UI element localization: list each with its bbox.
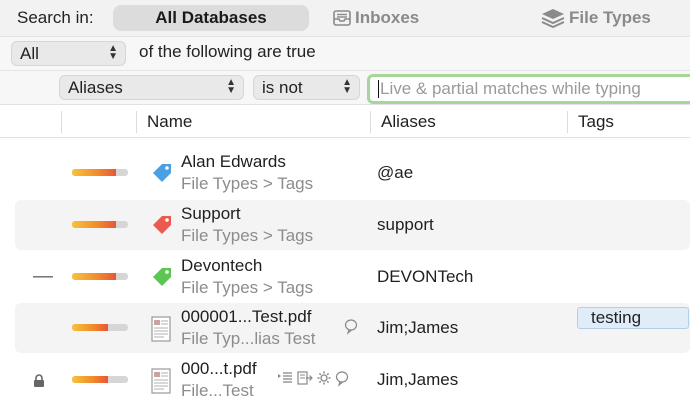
column-header-name[interactable]: Name: [147, 112, 192, 132]
item-aliases: Jim;James: [377, 318, 459, 337]
stack-icon: [541, 8, 565, 28]
scope-file-types-label: File Types: [569, 8, 651, 27]
item-aliases: Jim,James: [377, 370, 459, 389]
table-header: Name Aliases Tags: [0, 104, 690, 138]
row-state-icons: [344, 319, 358, 338]
item-name: Alan Edwards: [181, 152, 286, 171]
indent-list-icon: [277, 371, 293, 390]
operator-value: is not: [262, 77, 303, 97]
condition-row: All ▲ ▼ of the following are true: [0, 36, 690, 70]
criteria-search-input[interactable]: Live & partial matches while typing: [367, 74, 690, 104]
search-scope-bar: Search in: All Databases Inboxes File Ty…: [0, 0, 690, 36]
tag-badge[interactable]: testing: [577, 307, 689, 329]
scope-file-types-button[interactable]: File Types: [541, 5, 651, 31]
item-name: Support: [181, 204, 241, 223]
score-bar: [72, 273, 128, 280]
text-caret: [378, 80, 379, 98]
chevron-updown-icon: ▲ ▼: [108, 43, 118, 62]
item-aliases: support: [377, 215, 434, 234]
chevron-updown-icon: ▲ ▼: [342, 77, 352, 96]
quantifier-popup[interactable]: All ▲ ▼: [11, 41, 126, 66]
score-bar: [72, 221, 128, 228]
search-in-label: Search in:: [17, 8, 94, 27]
lock-icon: [33, 374, 45, 391]
item-path: File Typ...lias Test: [181, 329, 316, 348]
condition-text: of the following are true: [139, 42, 316, 61]
column-divider: [61, 111, 62, 133]
score-bar-fill: [72, 221, 116, 228]
score-bar: [72, 324, 128, 331]
green-tag-icon: [150, 265, 174, 291]
pdf-document-icon: [150, 368, 174, 394]
item-name: Devontech: [181, 256, 263, 275]
export-icon: [297, 371, 313, 390]
scope-inboxes-button[interactable]: Inboxes: [333, 5, 419, 31]
column-divider[interactable]: [370, 111, 371, 133]
table-row[interactable]: 000...t.pdf File...Test Jim,James: [0, 355, 690, 402]
gear-icon: [317, 371, 331, 390]
item-path: File Types > Tags: [181, 278, 314, 297]
pdf-document-icon: [150, 316, 174, 342]
scope-all-databases-button[interactable]: All Databases: [113, 5, 309, 31]
scope-inboxes-label: Inboxes: [355, 8, 420, 27]
column-header-aliases[interactable]: Aliases: [381, 112, 436, 132]
quantifier-value: All: [20, 43, 39, 63]
comment-icon: [344, 319, 358, 338]
dash-icon: —: [33, 265, 53, 287]
scope-all-databases-label: All Databases: [155, 8, 267, 27]
table-row[interactable]: Alan Edwards File Types > Tags @ae: [0, 148, 690, 198]
item-path: File...Test: [181, 381, 254, 400]
blue-tag-icon: [150, 161, 174, 187]
item-name: 000...t.pdf: [181, 359, 257, 378]
score-bar-fill: [72, 169, 116, 176]
comment-icon: [335, 371, 349, 390]
score-bar-fill: [72, 324, 108, 331]
score-bar-fill: [72, 376, 108, 383]
row-state-icons: [277, 371, 349, 390]
column-divider[interactable]: [567, 111, 568, 133]
column-header-tags[interactable]: Tags: [578, 112, 614, 132]
item-path: File Types > Tags: [181, 226, 314, 245]
operator-popup[interactable]: is not ▲ ▼: [253, 75, 360, 100]
table-row[interactable]: Support File Types > Tags support: [0, 200, 690, 250]
score-bar-fill: [72, 273, 116, 280]
item-aliases: DEVONTech: [377, 267, 474, 286]
inbox-icon: [333, 10, 351, 26]
search-placeholder: Live & partial matches while typing: [380, 79, 641, 98]
field-popup[interactable]: Aliases ▲ ▼: [59, 75, 244, 100]
score-bar: [72, 376, 128, 383]
score-bar: [72, 169, 128, 176]
item-path: File Types > Tags: [181, 174, 314, 193]
item-name: 000001...Test.pdf: [181, 307, 312, 326]
red-tag-icon: [150, 213, 174, 239]
criteria-row: Aliases ▲ ▼ is not ▲ ▼ Live & partial matc…: [0, 70, 690, 104]
field-value: Aliases: [68, 77, 123, 97]
table-row[interactable]: 000001...Test.pdf File Typ...lias Test J…: [0, 303, 690, 353]
chevron-updown-icon: ▲ ▼: [226, 77, 236, 96]
column-divider[interactable]: [136, 111, 137, 133]
table-row[interactable]: — Devontech File Types > Tags DEVONTech: [0, 252, 690, 302]
item-aliases: @ae: [377, 163, 414, 182]
